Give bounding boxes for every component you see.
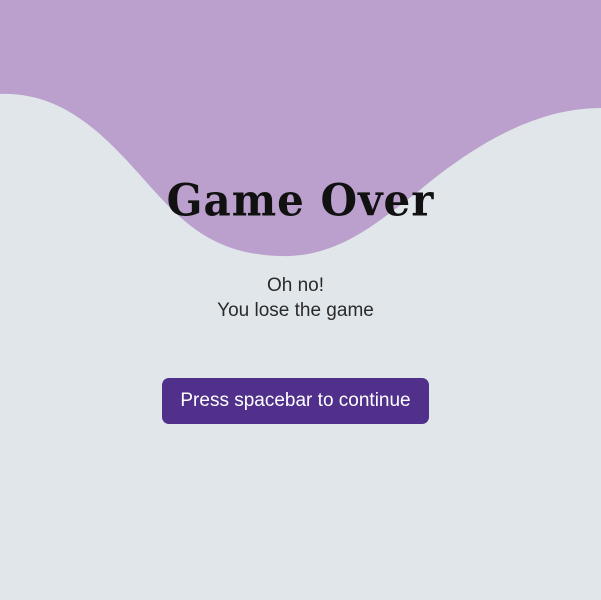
message-line-2: You lose the game xyxy=(217,300,374,321)
game-over-screen: Game Over Oh no! You lose the game Press… xyxy=(0,0,601,600)
game-over-title: Game Over xyxy=(166,174,435,227)
message-line-1: Oh no! xyxy=(266,275,325,296)
continue-button[interactable]: Press spacebar to continue xyxy=(162,378,429,424)
game-over-message: Oh no! You lose the game xyxy=(0,273,591,323)
